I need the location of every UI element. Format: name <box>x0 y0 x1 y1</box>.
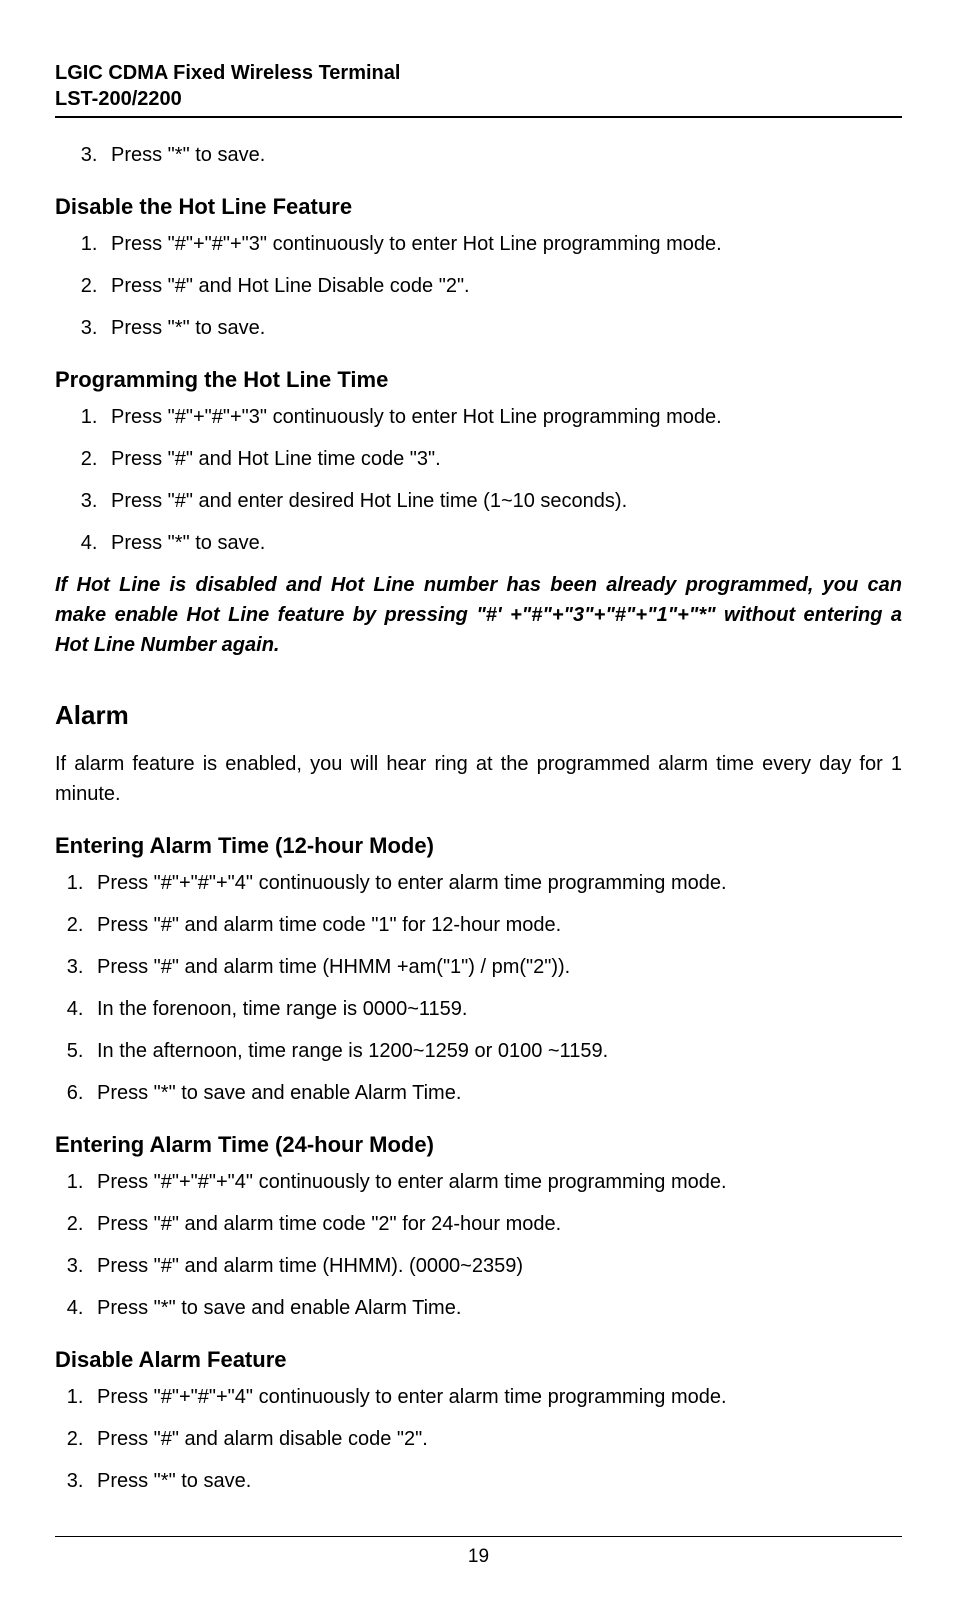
list-item: Press "#" and alarm time code "1" for 12… <box>89 910 902 940</box>
header-rule <box>55 116 902 118</box>
section-heading-disable-alarm: Disable Alarm Feature <box>55 1343 902 1376</box>
list-item: Press "#" and alarm time code "2" for 24… <box>89 1209 902 1239</box>
list-item: Press "#"+"#"+"4" continuously to enter … <box>89 1382 902 1412</box>
disable-hotline-list: Press "#"+"#"+"3" continuously to enter … <box>55 229 902 343</box>
section-heading-alarm-24h: Entering Alarm Time (24-hour Mode) <box>55 1128 902 1161</box>
program-hotline-time-list: Press "#"+"#"+"3" continuously to enter … <box>55 402 902 558</box>
section-heading-disable-hotline: Disable the Hot Line Feature <box>55 190 902 223</box>
list-item: Press "#" and enter desired Hot Line tim… <box>103 486 902 516</box>
disable-alarm-list: Press "#"+"#"+"4" continuously to enter … <box>55 1382 902 1496</box>
section-heading-alarm: Alarm <box>55 696 902 735</box>
list-item: Press "*" to save. <box>89 1466 902 1496</box>
page-number: 19 <box>55 1543 902 1572</box>
list-item: In the forenoon, time range is 0000~1159… <box>89 994 902 1024</box>
list-item: Press "*" to save and enable Alarm Time. <box>89 1293 902 1323</box>
list-item: Press "#" and alarm time (HHMM +am("1") … <box>89 952 902 982</box>
list-item: Press "*" to save. <box>103 140 902 170</box>
list-item: In the afternoon, time range is 1200~125… <box>89 1036 902 1066</box>
list-item: Press "#" and alarm time (HHMM). (0000~2… <box>89 1251 902 1281</box>
footer-rule <box>55 1536 902 1537</box>
header-line-1: LGIC CDMA Fixed Wireless Terminal <box>55 60 902 86</box>
list-item: Press "*" to save. <box>103 528 902 558</box>
list-item: Press "#"+"#"+"4" continuously to enter … <box>89 868 902 898</box>
section-heading-program-hotline-time: Programming the Hot Line Time <box>55 363 902 396</box>
alarm-12h-list: Press "#"+"#"+"4" continuously to enter … <box>55 868 902 1108</box>
alarm-intro: If alarm feature is enabled, you will he… <box>55 749 902 809</box>
list-item: Press "#" and alarm disable code "2". <box>89 1424 902 1454</box>
list-item: Press "#" and Hot Line time code "3". <box>103 444 902 474</box>
list-item: Press "#"+"#"+"3" continuously to enter … <box>103 402 902 432</box>
document-header: LGIC CDMA Fixed Wireless Terminal LST-20… <box>55 60 902 112</box>
hotline-note: If Hot Line is disabled and Hot Line num… <box>55 570 902 660</box>
list-item: Press "*" to save. <box>103 313 902 343</box>
alarm-24h-list: Press "#"+"#"+"4" continuously to enter … <box>55 1167 902 1323</box>
prev-section-list: Press "*" to save. <box>55 140 902 170</box>
list-item: Press "#" and Hot Line Disable code "2". <box>103 271 902 301</box>
list-item: Press "#"+"#"+"3" continuously to enter … <box>103 229 902 259</box>
list-item: Press "#"+"#"+"4" continuously to enter … <box>89 1167 902 1197</box>
header-line-2: LST-200/2200 <box>55 86 902 112</box>
section-heading-alarm-12h: Entering Alarm Time (12-hour Mode) <box>55 829 902 862</box>
list-item: Press "*" to save and enable Alarm Time. <box>89 1078 902 1108</box>
